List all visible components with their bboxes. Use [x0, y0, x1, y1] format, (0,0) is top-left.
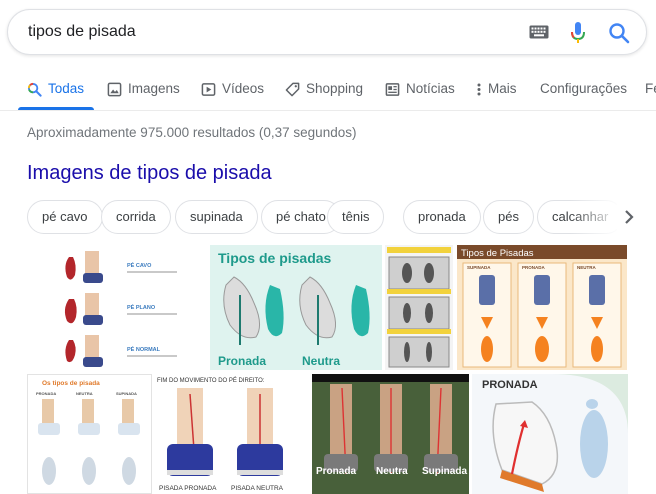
- image-result-1[interactable]: PÉ CAVO PÉ PLANO PÉ NORMAL: [27, 245, 207, 370]
- thumb-label: NEUTRA: [577, 265, 596, 270]
- search-icon[interactable]: [608, 22, 630, 44]
- search-input[interactable]: tipos de pisada: [28, 10, 136, 54]
- more-vert-icon: [477, 83, 481, 96]
- tipos-pisadas-orange-illustration: Tipos de Pisadas SUPINADA PRONADA NEUTRA: [457, 245, 627, 368]
- tab-label: Configurações: [540, 81, 628, 96]
- thumb-label: PRONADA: [522, 265, 546, 270]
- tab-noticias[interactable]: Notícias: [385, 70, 455, 110]
- tab-label: Shopping: [306, 81, 364, 96]
- thumb-label: PÉ PLANO: [127, 303, 156, 311]
- thumb-label: NEUTRA: [76, 391, 93, 396]
- tab-label: Fe: [645, 81, 656, 96]
- thumb-title: FIM DO MOVIMENTO DO PÉ DIREITO:: [157, 377, 265, 384]
- chip[interactable]: corrida: [101, 200, 171, 234]
- tab-ferramentas[interactable]: Fe: [645, 70, 656, 110]
- image-result-3[interactable]: [385, 245, 453, 370]
- image-result-5[interactable]: Os tipos de pisada PRONADA NEUTRA SUPINA…: [27, 374, 152, 494]
- image-icon: [107, 82, 122, 97]
- image-result-4[interactable]: Tipos de Pisadas SUPINADA PRONADA NEUTRA: [457, 245, 627, 370]
- pronada-shoe-illustration: PRONADA: [482, 374, 628, 492]
- tab-mais[interactable]: Mais: [476, 70, 517, 110]
- microphone-icon[interactable]: [570, 21, 586, 45]
- thumb-title: PRONADA: [482, 379, 538, 391]
- thumb-label: Pronada: [218, 354, 266, 368]
- keyboard-icon[interactable]: [529, 25, 549, 39]
- os-tipos-pisada-illustration: Os tipos de pisada PRONADA NEUTRA SUPINA…: [36, 380, 140, 485]
- search-tabs: Todas Imagens Vídeos Shopping Notícias M…: [0, 70, 656, 110]
- thumb-label: Pronada: [316, 466, 356, 477]
- tab-videos[interactable]: Vídeos: [201, 70, 264, 110]
- thumb-label: SUPINADA: [467, 265, 491, 270]
- thumb-label: Neutra: [376, 466, 408, 477]
- tag-icon: [285, 82, 300, 97]
- tab-label: Notícias: [406, 81, 455, 96]
- tipos-pisadas-illustration: Tipos de pisadas Pronada Neutra: [218, 250, 370, 368]
- tab-shopping[interactable]: Shopping: [285, 70, 363, 110]
- tab-todas[interactable]: Todas: [18, 70, 94, 110]
- search-box[interactable]: tipos de pisada: [7, 9, 647, 55]
- thumb-label: PRONADA: [36, 391, 56, 396]
- search-icon: [27, 82, 42, 97]
- tab-configuracoes[interactable]: Configurações: [540, 70, 627, 110]
- results-count: Aproximadamente 975.000 resultados (0,37…: [27, 125, 357, 140]
- news-icon: [385, 83, 400, 96]
- related-chips: pé cavo corrida supinada pé chato tênis …: [27, 200, 617, 234]
- tab-label: Todas: [48, 81, 85, 96]
- tabs-divider: [0, 110, 656, 111]
- pronada-neutra-supinada-photo: Pronada Neutra Supinada: [312, 374, 469, 494]
- tab-label: Vídeos: [222, 81, 265, 96]
- tab-label: Mais: [488, 81, 517, 96]
- chip[interactable]: tênis: [327, 200, 385, 234]
- chips-fade: [570, 200, 620, 234]
- play-icon: [201, 83, 216, 96]
- image-result-8[interactable]: PRONADA: [472, 374, 628, 494]
- fim-movimento-illustration: FIM DO MOVIMENTO DO PÉ DIREITO: PISADA P…: [157, 377, 284, 492]
- foot-types-illustration: PÉ CAVO PÉ PLANO PÉ NORMAL: [64, 251, 177, 367]
- image-result-6[interactable]: FIM DO MOVIMENTO DO PÉ DIREITO: PISADA P…: [155, 374, 308, 494]
- thumb-title: Tipos de Pisadas: [461, 248, 534, 259]
- footprint-scans-illustration: [387, 247, 451, 368]
- thumb-title: Tipos de pisadas: [218, 250, 332, 266]
- thumb-label: SUPINADA: [116, 391, 137, 396]
- thumb-label: Supinada: [422, 466, 467, 477]
- chevron-right-icon[interactable]: [622, 208, 636, 226]
- thumb-label: PÉ NORMAL: [127, 345, 161, 353]
- thumb-label: PÉ CAVO: [127, 261, 152, 269]
- chip[interactable]: pronada: [403, 200, 481, 234]
- tab-imagens[interactable]: Imagens: [107, 70, 180, 110]
- image-result-7[interactable]: Pronada Neutra Supinada: [312, 374, 469, 494]
- thumb-label: Neutra: [302, 354, 340, 368]
- chip[interactable]: pés: [483, 200, 534, 234]
- images-heading[interactable]: Imagens de tipos de pisada: [27, 162, 272, 185]
- thumb-label: PISADA PRONADA: [159, 485, 217, 492]
- chip[interactable]: pé cavo: [27, 200, 103, 234]
- chip[interactable]: supinada: [175, 200, 258, 234]
- image-result-2[interactable]: Tipos de pisadas Pronada Neutra: [210, 245, 382, 370]
- thumb-label: PISADA NEUTRA: [231, 485, 284, 492]
- tab-label: Imagens: [128, 81, 180, 96]
- thumb-title: Os tipos de pisada: [42, 380, 100, 387]
